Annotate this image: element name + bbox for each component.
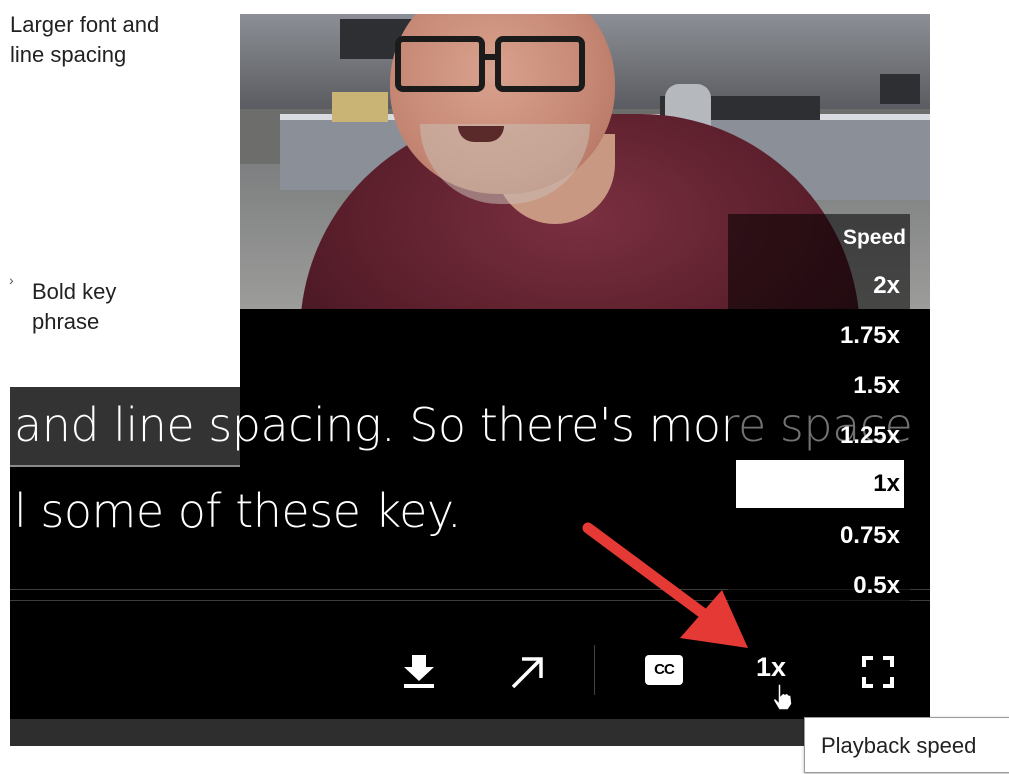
speed-option-0-5x[interactable]: 0.5x bbox=[736, 562, 904, 610]
glasses-bridge bbox=[483, 54, 497, 60]
slide-note-bold-key: Bold key phrase bbox=[32, 277, 116, 337]
speed-option-label: 1.75x bbox=[839, 322, 900, 349]
fullscreen-icon bbox=[862, 656, 894, 688]
speed-option-label: 0.75x bbox=[839, 522, 900, 549]
arrow-up-right-icon bbox=[511, 657, 543, 689]
background-panel bbox=[332, 92, 388, 122]
glasses-right-lens bbox=[495, 36, 585, 92]
playback-speed-tooltip: Playback speed bbox=[804, 717, 1009, 773]
glasses-left-lens bbox=[395, 36, 485, 92]
speed-option-1x[interactable]: 1x bbox=[736, 460, 904, 508]
speed-option-label: 2x bbox=[873, 272, 900, 299]
slide-note-larger-font: Larger font and line spacing bbox=[10, 10, 159, 70]
speed-option-1-75x[interactable]: 1.75x bbox=[736, 312, 904, 360]
speed-option-1-25x[interactable]: 1.25x bbox=[736, 412, 904, 460]
background-panel bbox=[880, 74, 920, 104]
hand-cursor-icon bbox=[770, 682, 796, 712]
speed-option-0-75x[interactable]: 0.75x bbox=[736, 512, 904, 560]
download-button[interactable] bbox=[402, 651, 436, 691]
speed-option-label: 1.5x bbox=[853, 372, 900, 399]
slide-note-line: Larger font and bbox=[10, 12, 160, 37]
download-icon bbox=[404, 655, 434, 688]
slide-note-line: Bold key bbox=[32, 279, 117, 304]
playback-speed-button[interactable]: 1x bbox=[756, 652, 786, 683]
slide-note-line: line spacing bbox=[10, 42, 127, 67]
speed-option-label: 0.5x bbox=[853, 572, 900, 599]
speed-option-label: 1x bbox=[873, 470, 900, 497]
open-external-button[interactable] bbox=[508, 654, 546, 692]
speed-option-label: 1.25x bbox=[839, 422, 900, 449]
caption-line-2: l some of these key. bbox=[14, 484, 462, 538]
bullet-arrow-icon: › bbox=[9, 272, 14, 288]
player-bottom-bar bbox=[10, 719, 930, 746]
speed-option-2x[interactable]: 2x bbox=[736, 262, 904, 310]
speed-menu-title: Speed bbox=[842, 226, 906, 249]
speed-option-1-5x[interactable]: 1.5x bbox=[736, 362, 904, 410]
annotation-arrow-icon bbox=[582, 522, 748, 648]
slide-note-line: phrase bbox=[32, 309, 100, 334]
fullscreen-button[interactable] bbox=[862, 656, 894, 688]
caption-underline bbox=[10, 465, 240, 467]
